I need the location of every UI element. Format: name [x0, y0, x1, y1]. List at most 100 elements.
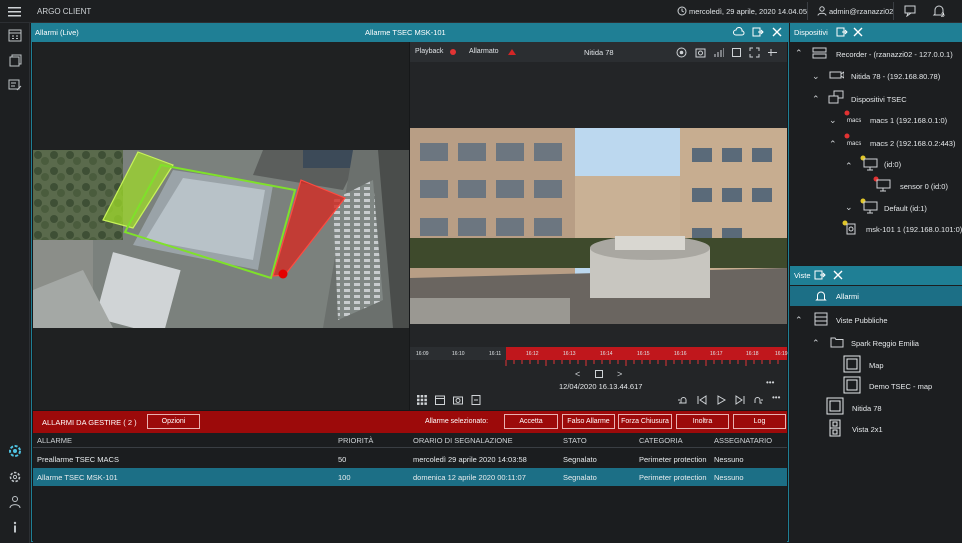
log-button[interactable]: Log: [733, 414, 786, 429]
stop-icon[interactable]: [595, 370, 603, 378]
expand-chevron-icon[interactable]: ⌄: [829, 115, 837, 126]
cell-priority: 50: [338, 455, 347, 464]
tree-item-dispositivi-tsec[interactable]: Dispositivi TSEC: [851, 95, 907, 104]
collapse-chevron-icon[interactable]: ⌃: [795, 315, 803, 326]
expand-chevron-icon[interactable]: ⌄: [812, 71, 820, 82]
skip-forward-icon[interactable]: [735, 395, 745, 405]
view-item-spark[interactable]: Spark Reggio Emilia: [851, 339, 919, 348]
macs-device-icon: macs: [843, 110, 861, 124]
column-header-category[interactable]: CATEGORIA: [639, 436, 683, 445]
macs-device-icon: macs: [843, 133, 861, 147]
more-options-icon[interactable]: •••: [766, 378, 774, 387]
tick-label: 16:17: [710, 351, 723, 357]
info-icon[interactable]: [8, 520, 22, 534]
play-icon[interactable]: [716, 395, 726, 405]
expand-chevron-icon[interactable]: ⌄: [845, 202, 853, 213]
chat-icon[interactable]: [904, 5, 916, 17]
alarm-prev-icon[interactable]: [677, 395, 689, 405]
gear-icon[interactable]: [8, 470, 22, 484]
cloud-icon[interactable]: [733, 26, 745, 38]
view-item-vista-2x1[interactable]: Vista 2x1: [852, 425, 883, 434]
view-item-map[interactable]: Map: [869, 361, 884, 370]
alarm-settings-icon[interactable]: [8, 444, 22, 458]
svg-text:macs: macs: [847, 141, 861, 147]
column-header-alarm[interactable]: ALLARME: [37, 436, 72, 445]
view-item-alarms-selected[interactable]: Allarmi: [790, 286, 962, 306]
collapse-chevron-icon[interactable]: ⌃: [812, 94, 820, 105]
alarm-indicator-icon: [508, 49, 516, 55]
options-button[interactable]: Opzioni: [147, 414, 200, 429]
view-item-nitida[interactable]: Nitida 78: [852, 404, 882, 413]
close-icon[interactable]: [852, 26, 864, 38]
views-header: Viste: [790, 266, 962, 285]
column-header-assignee[interactable]: ASSEGNATARIO: [714, 436, 772, 445]
tree-item-id0[interactable]: (id:0): [884, 160, 901, 169]
table-row[interactable]: Preallarme TSEC MACS 50 mercoledì 29 apr…: [33, 450, 787, 468]
tree-item-sensor0[interactable]: sensor 0 (id:0): [900, 182, 948, 191]
cell-time: mercoledì 29 aprile 2020 14:03:58: [413, 455, 527, 464]
signal-bars-icon[interactable]: [713, 47, 724, 58]
column-header-status[interactable]: STATO: [563, 436, 587, 445]
popout-icon[interactable]: [814, 269, 826, 281]
column-header-time[interactable]: ORARIO DI SEGNALAZIONE: [413, 436, 513, 445]
tick-label: 16:09: [416, 351, 429, 357]
map-view-icon: [843, 376, 861, 394]
close-icon[interactable]: [832, 269, 844, 281]
export-icon[interactable]: [471, 395, 481, 405]
notifications-bell-icon[interactable]: 2: [932, 4, 946, 18]
alarm-next-icon[interactable]: [752, 395, 764, 405]
calendar-icon[interactable]: [435, 395, 445, 405]
tree-item-recorder[interactable]: Recorder - (rzanazzi02 - 127.0.0.1): [836, 50, 953, 59]
more-controls-icon[interactable]: •••: [772, 393, 780, 402]
snapshot-icon[interactable]: [695, 47, 706, 58]
cell-status: Segnalato: [563, 473, 597, 482]
grid-view-icon[interactable]: [417, 395, 427, 405]
camera-snapshot-icon[interactable]: [453, 395, 463, 405]
force-close-button[interactable]: Forza Chiusura: [618, 414, 672, 429]
tree-item-macs1[interactable]: macs 1 (192.168.0.1:0): [870, 116, 947, 125]
popout-icon[interactable]: [752, 26, 764, 38]
map-view-icon: [843, 355, 861, 373]
tree-item-msk101[interactable]: msk-101 1 (192.168.0.101:0): [866, 225, 962, 234]
camera-icon: [828, 70, 844, 80]
fullscreen-icon[interactable]: [749, 47, 760, 58]
skip-back-icon[interactable]: [697, 395, 707, 405]
collapse-chevron-icon[interactable]: ⌃: [795, 48, 803, 59]
tick-label: 16:14: [600, 351, 613, 357]
users-icon[interactable]: [8, 495, 22, 509]
aerial-map-image[interactable]: [33, 150, 409, 328]
tree-item-macs2[interactable]: macs 2 (192.168.0.2:443): [870, 139, 955, 148]
column-header-priority[interactable]: PRIORITÀ: [338, 436, 373, 445]
tick-label: 16:18: [746, 351, 759, 357]
square-icon[interactable]: [731, 47, 742, 58]
view-item-demo-tsec[interactable]: Demo TSEC - map: [869, 382, 932, 391]
windows-icon[interactable]: [8, 53, 22, 67]
forward-button[interactable]: Inoltra: [676, 414, 729, 429]
edit-layout-icon[interactable]: [8, 78, 22, 92]
popout-icon[interactable]: [836, 26, 848, 38]
false-alarm-button[interactable]: Falso Allarme: [562, 414, 615, 429]
calendar-grid-icon[interactable]: [8, 28, 22, 42]
pin-icon[interactable]: [767, 47, 778, 58]
step-forward-icon[interactable]: >: [617, 369, 622, 379]
camera-video-frame[interactable]: [410, 128, 787, 324]
video-toolbar: Playback Allarmato Nitida 78: [410, 42, 787, 62]
accept-button[interactable]: Accetta: [504, 414, 558, 429]
collapse-chevron-icon[interactable]: ⌃: [845, 161, 853, 172]
close-icon[interactable]: [771, 26, 783, 38]
table-row-selected[interactable]: Allarme TSEC MSK-101 100 domenica 12 apr…: [33, 468, 787, 486]
tree-item-nitida[interactable]: Nitida 78 - (192.168.80.78): [851, 72, 940, 81]
ptz-icon[interactable]: [676, 47, 687, 58]
app-title: ARGO CLIENT: [37, 7, 92, 16]
step-back-icon[interactable]: <: [575, 369, 580, 379]
hamburger-menu-icon[interactable]: [8, 6, 21, 17]
cell-assignee: Nessuno: [714, 473, 744, 482]
collapse-chevron-icon[interactable]: ⌃: [829, 139, 837, 150]
playback-label[interactable]: Playback: [415, 48, 443, 55]
sensor-icon: [873, 176, 891, 192]
allarmato-label: Allarmato: [469, 48, 499, 55]
view-item-public[interactable]: Viste Pubbliche: [836, 316, 888, 325]
user-name[interactable]: admin@rzanazzi02: [829, 7, 893, 16]
tree-item-default[interactable]: Default (id:1): [884, 204, 927, 213]
collapse-chevron-icon[interactable]: ⌃: [812, 338, 820, 349]
